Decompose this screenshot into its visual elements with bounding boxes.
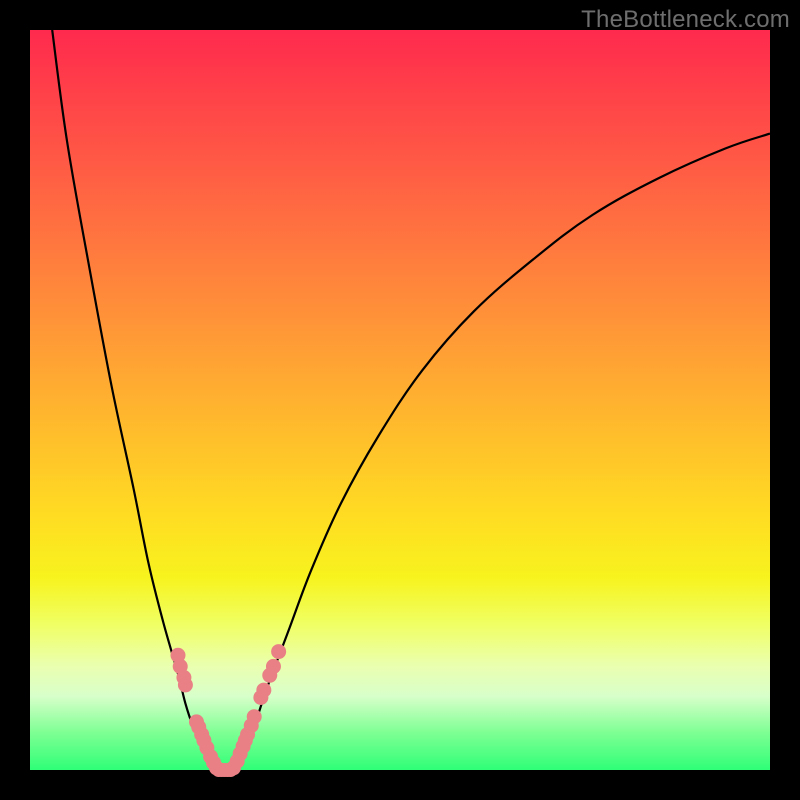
left-curve [52, 30, 215, 770]
data-point [256, 683, 271, 698]
watermark-text: TheBottleneck.com [581, 6, 790, 34]
outer-frame: TheBottleneck.com [0, 0, 800, 800]
data-point [266, 659, 281, 674]
data-point [271, 644, 286, 659]
data-point [247, 709, 262, 724]
data-point [178, 677, 193, 692]
chart-svg [30, 30, 770, 770]
data-point [224, 763, 238, 777]
right-curve [237, 134, 770, 770]
